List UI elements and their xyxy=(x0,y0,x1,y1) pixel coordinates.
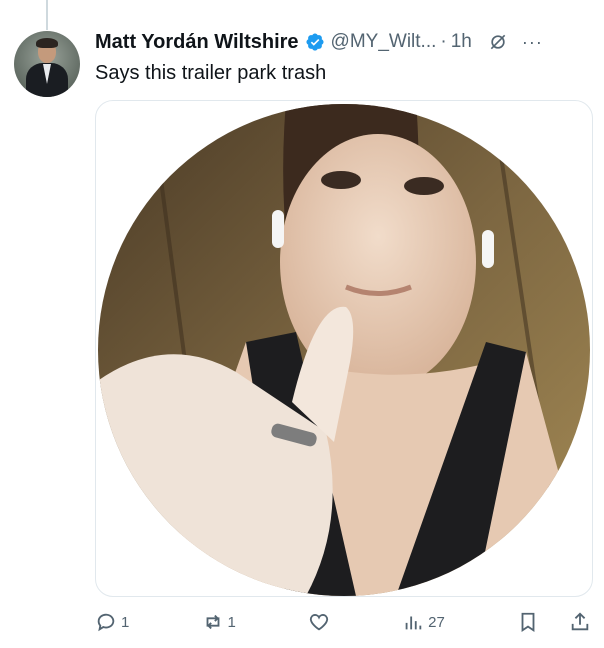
retweet-count: 1 xyxy=(227,613,236,631)
reply-icon xyxy=(97,613,115,632)
tweet-media[interactable] xyxy=(95,100,593,597)
separator-dot: · xyxy=(440,31,447,52)
retweet-icon xyxy=(206,614,219,630)
like-button[interactable] xyxy=(308,611,330,633)
media-photo xyxy=(98,104,590,596)
like-icon xyxy=(309,614,329,631)
share-button[interactable] xyxy=(569,611,591,633)
share-icon xyxy=(571,612,589,631)
display-name[interactable]: Matt Yordán Wiltshire xyxy=(95,31,299,54)
reply-count: 1 xyxy=(121,613,130,631)
more-icon[interactable]: ··· xyxy=(522,32,543,53)
bookmark-button[interactable] xyxy=(517,611,539,633)
views-count: 27 xyxy=(428,613,445,631)
avatar[interactable] xyxy=(14,31,80,97)
bookmark-icon xyxy=(521,612,535,632)
tweet-header: Matt Yordán Wiltshire @MY_Wilt... · 1h ·… xyxy=(95,28,592,56)
views-button[interactable]: 27 xyxy=(402,611,445,633)
grok-icon[interactable] xyxy=(488,32,508,52)
views-icon xyxy=(405,616,422,630)
thread-connector-line xyxy=(46,0,48,30)
tweet-text: Says this trailer park trash xyxy=(95,62,327,84)
action-group-right xyxy=(517,611,591,633)
action-bar: 1 1 27 xyxy=(95,604,591,640)
author-handle[interactable]: @MY_Wilt... xyxy=(331,31,437,53)
timestamp[interactable]: 1h xyxy=(451,31,472,53)
retweet-button[interactable]: 1 xyxy=(202,611,236,633)
verified-badge-icon[interactable] xyxy=(305,32,325,52)
reply-button[interactable]: 1 xyxy=(95,611,129,633)
